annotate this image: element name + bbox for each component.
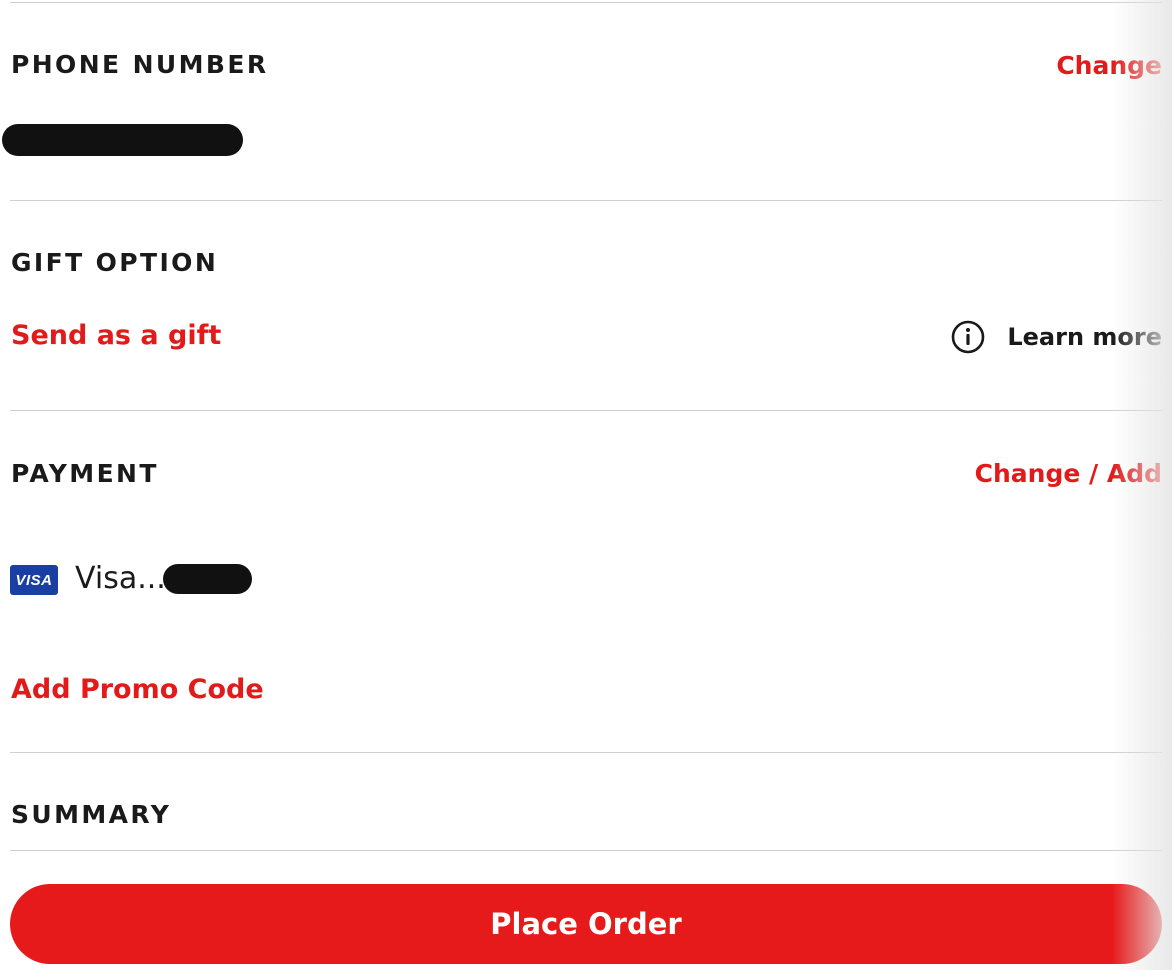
place-order-button[interactable]: Place Order xyxy=(10,884,1162,964)
checkout-page: PHONE NUMBER Change GIFT OPTION Send as … xyxy=(0,0,1172,970)
info-icon xyxy=(952,320,985,354)
divider xyxy=(10,410,1162,411)
send-as-gift-link[interactable]: Send as a gift xyxy=(11,322,221,349)
divider xyxy=(10,200,1162,201)
card-label: Visa.... xyxy=(75,561,176,596)
change-phone-link[interactable]: Change xyxy=(1056,53,1162,78)
payment-title: PAYMENT xyxy=(11,459,159,488)
divider xyxy=(10,2,1162,3)
add-promo-code-link[interactable]: Add Promo Code xyxy=(11,676,264,703)
redacted-card-digits xyxy=(163,564,252,594)
phone-number-title: PHONE NUMBER xyxy=(11,50,269,79)
divider xyxy=(10,752,1162,753)
learn-more-label: Learn more xyxy=(1007,323,1162,351)
gift-option-title: GIFT OPTION xyxy=(11,248,219,277)
learn-more-link[interactable]: Learn more xyxy=(951,320,1162,354)
change-add-payment-link[interactable]: Change / Add xyxy=(975,461,1162,486)
redacted-phone-number xyxy=(2,124,243,156)
summary-title: SUMMARY xyxy=(11,800,172,829)
visa-logo-icon: VISA xyxy=(10,565,58,595)
divider xyxy=(10,850,1162,851)
